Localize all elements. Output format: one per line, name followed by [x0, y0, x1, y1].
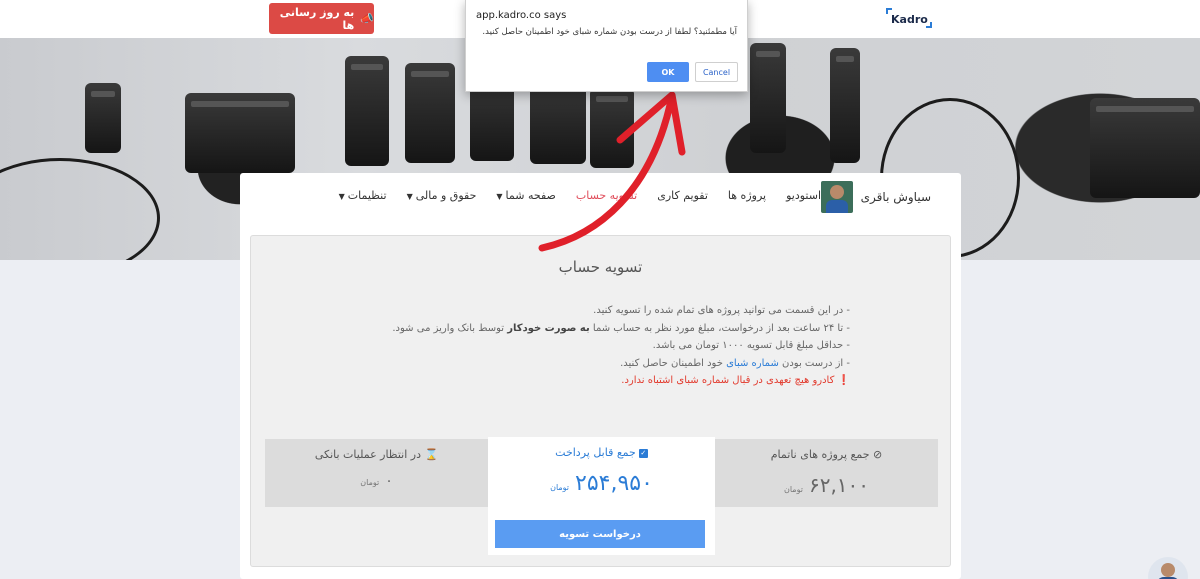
support-avatar[interactable] — [1148, 557, 1188, 579]
dialog-message: آیا مطمئنید؟ لطفا از درست بودن شماره شبا… — [482, 27, 737, 37]
checkbox-icon: ✓ — [638, 448, 648, 458]
stat-payable-value-row: ۲۵۴,۹۵۰ تومان — [488, 471, 715, 496]
settlement-request-button[interactable]: درخواست تسویه — [495, 520, 705, 548]
warning-text: کادرو هیچ تعهدی در قبال شماره شبای اشتبا… — [621, 375, 835, 386]
stat-pending-value-row: ۰ تومان — [265, 473, 488, 489]
dialog-cancel-button[interactable]: Cancel — [695, 62, 738, 82]
main-card: سیاوش باقری استودیو پروژه ها تقویم کاری … — [240, 173, 961, 579]
exclamation-circle-icon: ❗ — [837, 375, 850, 386]
notes-list: - در این قسمت می توانید پروژه های تمام ش… — [370, 302, 850, 390]
note-line: - در این قسمت می توانید پروژه های تمام ش… — [593, 305, 850, 316]
note-line: - حداقل مبلغ قابل تسویه ۱۰۰۰ تومان می با… — [652, 340, 850, 351]
stat-unfinished-value-row: ۶۲,۱۰۰ تومان — [715, 473, 938, 497]
nav-item-settings-label: تنظیمات — [347, 189, 387, 202]
updates-button[interactable]: 📣 به روز رسانی ها — [269, 3, 374, 34]
note-line: - از درست بودن شماره شبای خود اطمینان حا… — [370, 355, 850, 373]
navbar: سیاوش باقری استودیو پروژه ها تقویم کاری … — [240, 177, 961, 217]
stat-unfinished-title: ⊘ جمع پروژه های ناتمام — [715, 448, 938, 461]
nav-item-calendar[interactable]: تقویم کاری — [657, 189, 708, 202]
note-text: - تا ۲۴ ساعت بعد از درخواست، مبلغ مورد ن… — [589, 322, 850, 334]
note-text: توسط بانک واریز می شود. — [392, 322, 508, 334]
dialog-ok-button[interactable]: OK — [647, 62, 689, 82]
stat-payable-value: ۲۵۴,۹۵۰ — [575, 471, 653, 496]
caret-down-icon: ▼ — [406, 192, 413, 201]
nav-item-studio[interactable]: استودیو — [786, 189, 821, 202]
nav-item-settlement[interactable]: تسویه حساب — [576, 189, 637, 202]
note-emphasis: به صورت خودکار — [507, 322, 590, 334]
note-text: خود اطمینان حاصل کنید. — [620, 357, 727, 369]
kadro-logo[interactable]: Kadro — [886, 8, 932, 28]
hourglass-icon: ⌛ — [424, 448, 439, 461]
stat-payable-title-text: جمع قابل پرداخت — [555, 446, 636, 459]
page-title: تسویه حساب — [558, 258, 643, 276]
nav-item-settings[interactable]: تنظیمات▼ — [339, 189, 387, 202]
logo-text: Kadro — [891, 13, 928, 26]
caret-down-icon: ▼ — [338, 192, 345, 201]
nav-item-payroll[interactable]: حقوق و مالی▼ — [407, 189, 477, 202]
settlement-panel: تسویه حساب - در این قسمت می توانید پروژه… — [250, 235, 951, 567]
stat-unfinished-value: ۶۲,۱۰۰ — [808, 473, 870, 497]
stat-pending-title-text: در انتظار عملیات بانکی — [314, 448, 421, 461]
megaphone-icon: 📣 — [360, 12, 374, 25]
nav-menu: استودیو پروژه ها تقویم کاری تسویه حساب ص… — [339, 189, 821, 202]
stat-unfinished-title-text: جمع پروژه های ناتمام — [770, 448, 870, 461]
stat-pending-value: ۰ — [385, 473, 393, 489]
nav-item-your-page[interactable]: صفحه شما▼ — [496, 189, 555, 202]
caret-down-icon: ▼ — [496, 192, 503, 201]
stat-payable-unit: تومان — [550, 483, 570, 492]
stat-unfinished: ⊘ جمع پروژه های ناتمام ۶۲,۱۰۰ تومان — [715, 439, 938, 507]
warning-line: ❗ کادرو هیچ تعهدی در قبال شماره شبای اشت… — [370, 372, 850, 390]
ban-icon: ⊘ — [873, 448, 883, 461]
stat-pending: ⌛ در انتظار عملیات بانکی ۰ تومان — [265, 439, 488, 507]
note-text: - از درست بودن — [778, 357, 850, 369]
avatar[interactable] — [820, 181, 853, 213]
stat-unfinished-unit: تومان — [783, 485, 803, 494]
confirm-dialog: app.kadro.co says آیا مطمئنید؟ لطفا از د… — [465, 0, 748, 92]
stat-payable: ✓جمع قابل پرداخت ۲۵۴,۹۵۰ تومان درخواست ت… — [488, 437, 715, 555]
stat-pending-title: ⌛ در انتظار عملیات بانکی — [265, 448, 488, 461]
sheba-link[interactable]: شماره شبای — [726, 358, 779, 369]
user-profile[interactable]: سیاوش باقری — [820, 181, 931, 213]
note-line: - تا ۲۴ ساعت بعد از درخواست، مبلغ مورد ن… — [370, 320, 850, 338]
stat-pending-unit: تومان — [360, 478, 380, 487]
nav-item-your-page-label: صفحه شما — [505, 189, 556, 202]
dialog-title: app.kadro.co says — [476, 10, 567, 21]
user-name: سیاوش باقری — [860, 190, 931, 204]
stat-payable-title: ✓جمع قابل پرداخت — [488, 446, 715, 459]
updates-button-label: به روز رسانی ها — [279, 5, 355, 32]
nav-item-payroll-label: حقوق و مالی — [415, 189, 477, 202]
nav-item-projects[interactable]: پروژه ها — [728, 189, 766, 202]
